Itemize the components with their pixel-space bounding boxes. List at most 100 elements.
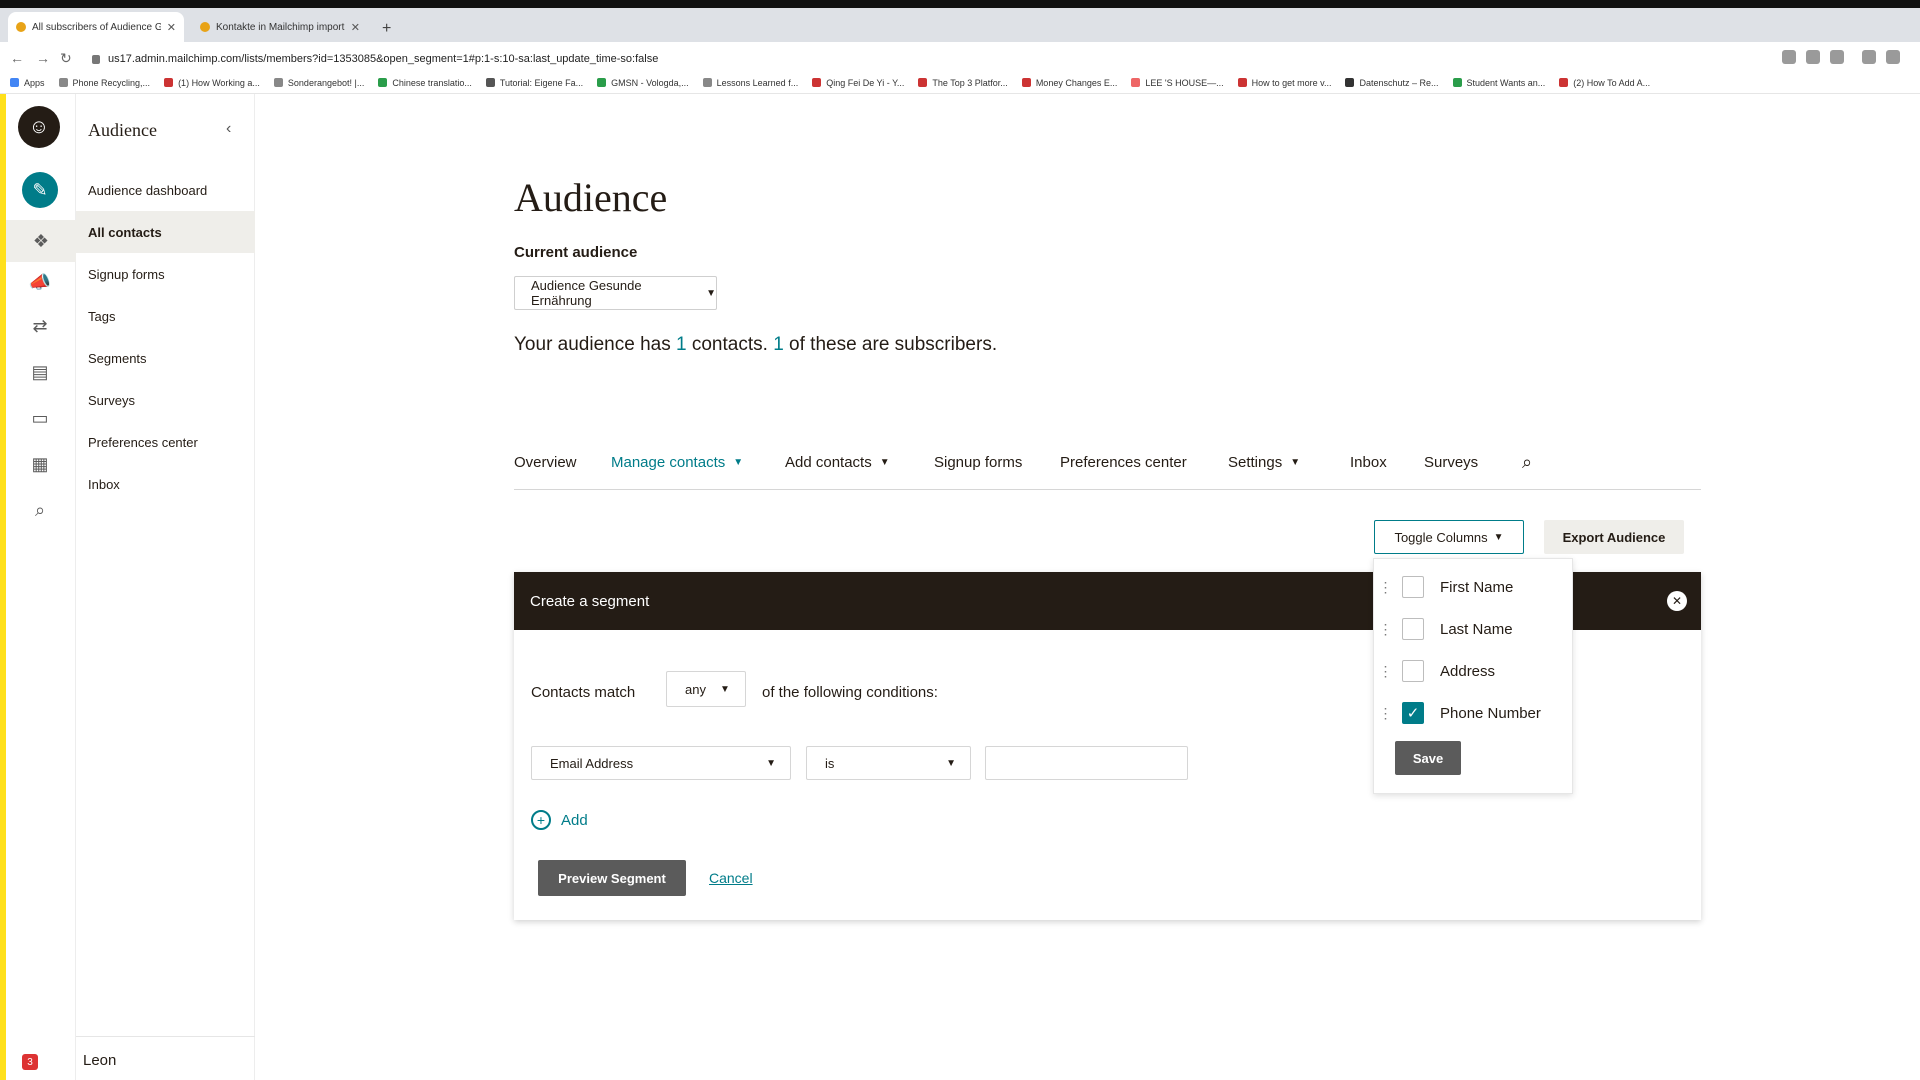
drag-handle-icon[interactable]: ⋮ — [1374, 579, 1396, 596]
sidenav-item-audience-dashboard[interactable]: Audience dashboard — [76, 169, 255, 211]
bookmark[interactable]: The Top 3 Platfor... — [918, 78, 1008, 88]
column-checkbox[interactable]: ✓ — [1402, 702, 1424, 724]
contacts-count[interactable]: 1 — [676, 334, 687, 355]
notification-badge[interactable]: 3 — [22, 1054, 38, 1070]
cancel-link[interactable]: Cancel — [709, 870, 753, 886]
bookmark[interactable]: Lessons Learned f... — [702, 78, 798, 88]
sidenav-item-surveys[interactable]: Surveys — [76, 379, 255, 421]
content-studio-icon[interactable]: ▭ — [26, 404, 54, 432]
close-tab-icon[interactable]: ✕ — [167, 21, 176, 34]
bookmark[interactable]: Apps — [10, 78, 45, 88]
back-icon[interactable]: ← — [10, 50, 24, 66]
translate-icon[interactable] — [1782, 50, 1796, 64]
column-checkbox[interactable] — [1402, 660, 1424, 682]
column-option-address[interactable]: ⋮ Address — [1374, 653, 1574, 689]
forward-icon[interactable]: → — [36, 50, 50, 66]
new-tab-icon[interactable]: + — [382, 20, 391, 38]
save-columns-button[interactable]: Save — [1395, 741, 1461, 775]
close-icon[interactable]: ✕ — [1667, 591, 1687, 611]
bookmark[interactable]: Sonderangebot! |... — [273, 78, 364, 88]
bookmark[interactable]: Money Changes E... — [1021, 78, 1117, 88]
create-pencil-icon[interactable]: ✎ — [22, 172, 58, 208]
bookmark[interactable]: How to get more v... — [1237, 78, 1331, 88]
puzzle-icon[interactable] — [1886, 50, 1900, 64]
account-user-name[interactable]: Leon — [83, 1052, 116, 1069]
condition-field-select[interactable]: Email Address ▼ — [531, 746, 791, 780]
bookmark[interactable]: (2) How To Add A... — [1559, 78, 1650, 88]
bookmark[interactable]: Tutorial: Eigene Fa... — [485, 78, 583, 88]
column-option-phone-number[interactable]: ⋮ ✓ Phone Number — [1374, 695, 1574, 731]
condition-operator-select[interactable]: is ▼ — [806, 746, 971, 780]
browser-tab-all-subscribers[interactable]: All subscribers of Audience G ✕ — [8, 12, 184, 42]
bookmark[interactable]: LEE 'S HOUSE—... — [1131, 78, 1224, 88]
tab-signup-forms[interactable]: Signup forms — [934, 454, 1022, 471]
tab-add-contacts[interactable]: Add contacts ▼ — [785, 454, 890, 471]
tab-manage-contacts[interactable]: Manage contacts ▼ — [611, 454, 743, 471]
website-icon[interactable]: ▤ — [26, 358, 54, 386]
mailchimp-favicon-icon — [16, 22, 26, 32]
bookmark-icon — [1131, 78, 1141, 87]
extension-icon[interactable] — [1862, 50, 1876, 64]
audience-select[interactable]: Audience Gesunde Ernährung ▼ — [514, 276, 717, 310]
bookmark[interactable]: Qing Fei De Yi - Y... — [812, 78, 904, 88]
plus-circle-icon: + — [531, 810, 551, 830]
bookmark[interactable]: Student Wants an... — [1452, 78, 1545, 88]
sidenav-item-segments[interactable]: Segments — [76, 337, 255, 379]
bookmark[interactable]: Phone Recycling,... — [58, 78, 150, 88]
audience-icon[interactable]: ❖ — [6, 220, 76, 262]
tab-preferences-center[interactable]: Preferences center — [1060, 454, 1187, 471]
match-mode-select[interactable]: any ▼ — [666, 671, 746, 707]
toggle-columns-button[interactable]: Toggle Columns ▼ — [1374, 520, 1524, 554]
automations-icon[interactable]: ⇄ — [26, 312, 54, 340]
tab-overview[interactable]: Overview — [514, 454, 577, 471]
bookmark-icon — [702, 78, 712, 87]
main-content: Audience Current audience Audience Gesun… — [256, 94, 1920, 1080]
column-checkbox[interactable] — [1402, 618, 1424, 640]
audience-tabs: Overview Manage contacts ▼ Add contacts ▼ … — [514, 452, 1701, 490]
mailchimp-logo-icon[interactable]: ☺ — [18, 106, 60, 148]
zoom-icon[interactable] — [1806, 50, 1820, 64]
drag-handle-icon[interactable]: ⋮ — [1374, 705, 1396, 722]
chevron-down-icon: ▼ — [879, 457, 890, 468]
drag-handle-icon[interactable]: ⋮ — [1374, 621, 1396, 638]
sidenav-item-preferences-center[interactable]: Preferences center — [76, 421, 255, 463]
search-icon[interactable]: ⌕ — [26, 496, 54, 524]
bookmark[interactable]: GMSN - Vologda,... — [597, 78, 689, 88]
collapse-chevron-icon[interactable]: ‹ — [226, 120, 231, 138]
sidenav-item-signup-forms[interactable]: Signup forms — [76, 253, 255, 295]
preview-segment-button[interactable]: Preview Segment — [538, 860, 686, 896]
tab-surveys[interactable]: Surveys — [1424, 454, 1478, 471]
youtube-icon — [1559, 78, 1569, 87]
url-field[interactable]: us17.admin.mailchimp.com/lists/members?i… — [92, 49, 1762, 69]
condition-value-input[interactable] — [985, 746, 1188, 780]
drag-handle-icon[interactable]: ⋮ — [1374, 663, 1396, 680]
browser-tab-title: All subscribers of Audience G — [32, 21, 161, 33]
bookmark[interactable]: Chinese translatio... — [378, 78, 472, 88]
sidenav-item-tags[interactable]: Tags — [76, 295, 255, 337]
column-option-first-name[interactable]: ⋮ First Name — [1374, 569, 1574, 605]
youtube-icon — [164, 78, 174, 87]
sidenav-item-all-contacts[interactable]: All contacts — [76, 211, 255, 253]
export-audience-button[interactable]: Export Audience — [1544, 520, 1684, 554]
icon-rail: ☺ ✎ ❖ 📣 ⇄ ▤ ▭ ▦ ⌕ 3 — [6, 94, 76, 1080]
reload-icon[interactable]: ↻ — [60, 50, 72, 67]
browser-tab-kontakte[interactable]: Kontakte in Mailchimp importi ✕ — [192, 12, 368, 42]
subscribers-count[interactable]: 1 — [773, 334, 784, 355]
integrations-grid-icon[interactable]: ▦ — [26, 450, 54, 478]
column-checkbox[interactable] — [1402, 576, 1424, 598]
tab-settings[interactable]: Settings ▼ — [1228, 454, 1300, 471]
add-condition-button[interactable]: + Add — [531, 810, 588, 830]
close-tab-icon[interactable]: ✕ — [351, 21, 360, 34]
star-icon[interactable] — [1830, 50, 1844, 64]
campaigns-megaphone-icon[interactable]: 📣 — [26, 268, 54, 296]
column-option-last-name[interactable]: ⋮ Last Name — [1374, 611, 1574, 647]
search-icon[interactable]: ⌕ — [1522, 452, 1532, 473]
bookmark-icon — [58, 78, 68, 87]
chevron-down-icon: ▼ — [766, 758, 776, 769]
tab-inbox[interactable]: Inbox — [1350, 454, 1387, 471]
url-text: us17.admin.mailchimp.com/lists/members?i… — [108, 53, 659, 65]
window-top-edge — [0, 0, 1920, 8]
bookmark[interactable]: Datenschutz – Re... — [1345, 78, 1439, 88]
bookmark[interactable]: (1) How Working a... — [164, 78, 260, 88]
sidenav-item-inbox[interactable]: Inbox — [76, 463, 255, 505]
